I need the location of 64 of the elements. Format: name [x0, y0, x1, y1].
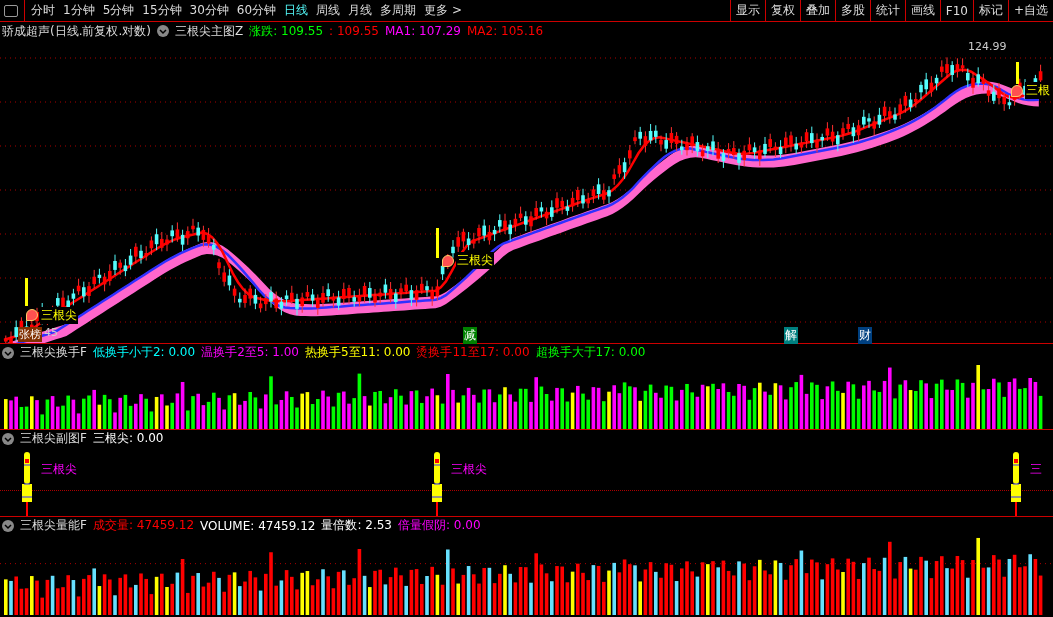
toolbar-button[interactable]: 复权	[764, 0, 800, 21]
period-tab[interactable]: 多周期	[376, 2, 421, 19]
rank-badge: 张榜	[18, 327, 42, 342]
period-tab[interactable]: 分时	[27, 2, 59, 19]
indicator-readout: 热换手5至11: 0.00	[305, 344, 411, 361]
indicator-readout: 超换手大于17: 0.00	[535, 344, 646, 361]
period-tab[interactable]: 5分钟	[98, 2, 139, 19]
event-badge[interactable]: 解	[784, 327, 799, 344]
toolbar-button[interactable]: +自选	[1007, 0, 1053, 21]
indicator-readout: 三根尖: 0.00	[92, 430, 164, 447]
rocket-icon	[21, 450, 33, 516]
panel-toggle-icon[interactable]	[4, 4, 18, 17]
gem-icon	[26, 309, 39, 322]
period-tab[interactable]: 周线	[312, 2, 345, 19]
dropdown-icon[interactable]	[2, 346, 14, 359]
indicator-name: 三根尖量能F	[20, 517, 87, 534]
indicator-readout: 量倍数: 2.53	[321, 517, 392, 534]
toolbar-button[interactable]: 多股	[834, 0, 870, 21]
indicator-readout: 低换手小于2: 0.00	[92, 344, 196, 361]
period-tab[interactable]: 30分钟	[185, 2, 233, 19]
dropdown-icon[interactable]	[2, 519, 14, 532]
signal-label: 三根尖	[40, 306, 79, 324]
toolbar-button[interactable]: 标记	[972, 0, 1008, 21]
period-tab[interactable]: 日线	[280, 2, 313, 19]
event-badge[interactable]: 财	[858, 327, 873, 344]
high-price-label: 124.99	[968, 40, 1007, 53]
indicator-readout: 成交量: 47459.12	[92, 517, 195, 534]
toolbar-button[interactable]: 画线	[904, 0, 940, 21]
toolbar-button[interactable]: 叠加	[799, 0, 835, 21]
indicator-readout: 倍量假阴: 0.00	[398, 517, 481, 534]
indicator-name: 三根尖主图Z	[175, 22, 244, 40]
period-tab[interactable]: 更多 >	[420, 2, 466, 19]
toolbar-button[interactable]: 显示	[729, 0, 765, 21]
signal-label: 三根尖	[456, 252, 495, 270]
period-tab[interactable]: 月线	[344, 2, 377, 19]
signal-label: 三根尖	[41, 461, 77, 478]
toolbar-button[interactable]: 统计	[869, 0, 905, 21]
indicator-readout: 烫换手11至17: 0.00	[416, 344, 530, 361]
signal-label: 三	[1030, 461, 1042, 478]
event-badge[interactable]: 减	[463, 327, 478, 344]
signal-label: 三根	[1024, 82, 1051, 100]
dropdown-icon[interactable]	[2, 432, 14, 445]
stock-title: 骄成超声(日线.前复权.对数)	[2, 22, 151, 40]
low-price-label: 45	[44, 326, 58, 339]
period-tab[interactable]: 1分钟	[59, 2, 99, 19]
signal-bar	[436, 228, 439, 258]
indicator-readout: MA2: 105.16	[467, 24, 544, 38]
indicator-name: 三根尖副图F	[20, 430, 87, 447]
indicator-readout: 涨跌: 109.55	[249, 22, 324, 40]
period-tab[interactable]: 60分钟	[232, 2, 281, 19]
signal-bar	[1016, 62, 1019, 84]
rocket-icon	[1010, 450, 1022, 516]
indicator-readout: 温换手2至5: 1.00	[201, 344, 299, 361]
indicator-readout: VOLUME: 47459.12	[200, 518, 316, 533]
indicator-readout: : 109.55	[329, 24, 379, 38]
rocket-icon	[431, 450, 443, 516]
indicator-name: 三根尖换手F	[20, 344, 87, 361]
signal-bar	[25, 278, 28, 306]
period-tab[interactable]: 15分钟	[138, 2, 186, 19]
toolbar-button[interactable]: F10	[939, 0, 973, 21]
signal-label: 三根尖	[451, 461, 487, 478]
dropdown-icon[interactable]	[157, 25, 169, 37]
indicator-readout: MA1: 107.29	[384, 24, 461, 38]
gem-icon	[442, 254, 455, 267]
